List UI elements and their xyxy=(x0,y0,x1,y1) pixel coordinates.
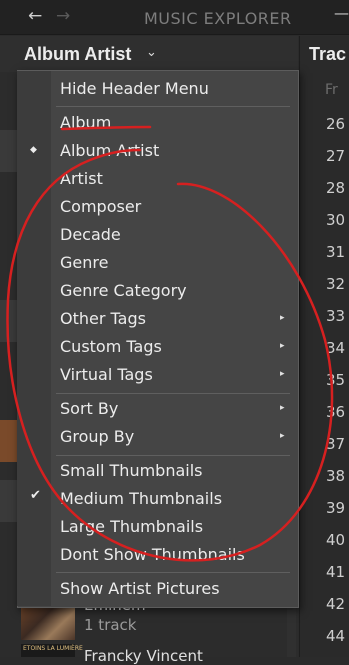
menu-item-hide-header[interactable]: Hide Header Menu xyxy=(60,79,209,98)
menu-item-other-tags[interactable]: Other Tags xyxy=(60,309,146,328)
tracks-subheader: Fr xyxy=(325,82,338,98)
menu-item-show-artist-pictures[interactable]: Show Artist Pictures xyxy=(60,579,220,598)
menu-separator xyxy=(56,572,290,573)
menu-item-dont-show-thumbnails[interactable]: Dont Show Thumbnails xyxy=(60,545,245,564)
submenu-arrow-icon: ▸ xyxy=(280,341,285,351)
list-item-title[interactable]: Francky Vincent xyxy=(84,647,203,665)
submenu-arrow-icon: ▸ xyxy=(280,403,285,413)
track-number: 26 xyxy=(326,115,346,133)
menu-item-genre-category[interactable]: Genre Category xyxy=(60,281,187,300)
track-number: 35 xyxy=(326,371,346,389)
submenu-arrow-icon: ▸ xyxy=(280,313,285,323)
menu-item-decade[interactable]: Decade xyxy=(60,225,121,244)
track-number: 27 xyxy=(326,147,346,165)
track-number: 41 xyxy=(326,563,346,581)
check-icon: ✔ xyxy=(30,488,41,503)
track-number: 32 xyxy=(326,275,346,293)
menu-item-medium-thumbnails[interactable]: Medium Thumbnails xyxy=(60,489,222,508)
list-thumb-edge xyxy=(0,130,18,172)
list-item-subtitle: 1 track xyxy=(84,616,137,634)
track-number: 31 xyxy=(326,243,346,261)
track-number: 40 xyxy=(326,531,346,549)
list-thumb-edge xyxy=(0,300,18,342)
track-number: 28 xyxy=(326,179,346,197)
tracks-header[interactable]: Trac xyxy=(309,44,346,65)
submenu-arrow-icon: ▸ xyxy=(280,369,285,379)
menu-item-virtual-tags[interactable]: Virtual Tags xyxy=(60,365,153,384)
track-number: 39 xyxy=(326,499,346,517)
list-thumb-edge xyxy=(0,480,18,522)
track-number: 37 xyxy=(326,435,346,453)
menu-item-genre[interactable]: Genre xyxy=(60,253,108,272)
menu-separator xyxy=(56,455,290,456)
app-title: MUSIC EXPLORER xyxy=(144,9,292,28)
menu-item-group-by[interactable]: Group By xyxy=(60,427,134,446)
minimize-icon[interactable]: — xyxy=(334,4,349,22)
thumbnail-caption: ETOINS LA LUMIÈRE xyxy=(23,645,83,652)
track-number: 36 xyxy=(326,403,346,421)
menu-item-album-artist[interactable]: Album Artist xyxy=(60,141,159,160)
menu-item-album[interactable]: Album xyxy=(60,113,111,132)
track-number: 34 xyxy=(326,339,346,357)
chevron-down-icon[interactable]: ⌄ xyxy=(146,45,157,60)
menu-item-large-thumbnails[interactable]: Large Thumbnails xyxy=(60,517,203,536)
menu-item-custom-tags[interactable]: Custom Tags xyxy=(60,337,162,356)
track-number: 38 xyxy=(326,467,346,485)
menu-item-small-thumbnails[interactable]: Small Thumbnails xyxy=(60,461,203,480)
menu-separator xyxy=(56,393,290,394)
track-number: 30 xyxy=(326,211,346,229)
menu-item-sort-by[interactable]: Sort By xyxy=(60,399,118,418)
list-thumb-edge xyxy=(0,420,18,462)
menu-separator xyxy=(56,106,290,107)
radio-selected-icon: ◆ xyxy=(30,145,37,155)
track-number: 42 xyxy=(326,595,346,613)
forward-arrow-icon[interactable]: → xyxy=(56,6,70,26)
menu-item-artist[interactable]: Artist xyxy=(60,169,103,188)
group-header-label[interactable]: Album Artist xyxy=(24,44,131,65)
submenu-arrow-icon: ▸ xyxy=(280,431,285,441)
menu-item-composer[interactable]: Composer xyxy=(60,197,141,216)
track-number: 33 xyxy=(326,307,346,325)
track-number: 44 xyxy=(326,627,346,645)
back-arrow-icon[interactable]: ← xyxy=(28,6,42,26)
